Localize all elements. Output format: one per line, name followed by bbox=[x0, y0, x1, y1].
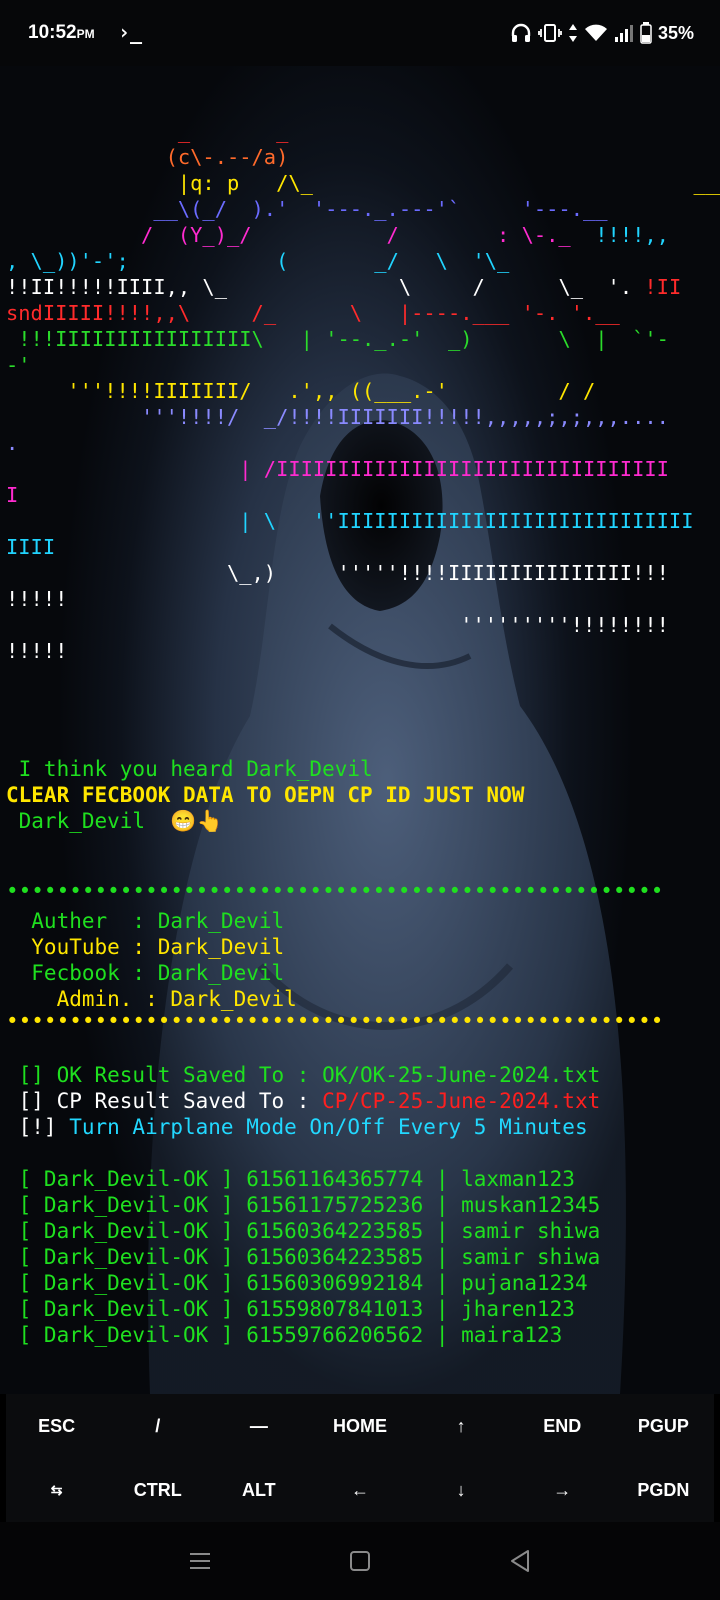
ok-line: [ Dark_Devil-OK ] 61560306992184 | pujan… bbox=[6, 1271, 588, 1295]
recents-button[interactable] bbox=[180, 1541, 220, 1581]
ok-result-file: OK/OK-25-June-2024.txt bbox=[322, 1063, 601, 1087]
key-left-arrow[interactable]: ← bbox=[309, 1458, 410, 1522]
status-bar: 10:52PM ›_ 35% bbox=[0, 0, 720, 66]
recents-icon bbox=[190, 1553, 210, 1569]
airplane-prefix: [!] bbox=[6, 1115, 70, 1139]
key-esc[interactable]: ESC bbox=[6, 1394, 107, 1458]
key-ctrl[interactable]: CTRL bbox=[107, 1458, 208, 1522]
key-slash[interactable]: / bbox=[107, 1394, 208, 1458]
key-tab[interactable]: ⇆ bbox=[6, 1458, 107, 1522]
ok-line: [ Dark_Devil-OK ] 61561164365774 | laxma… bbox=[6, 1167, 575, 1191]
battery-icon bbox=[640, 22, 652, 44]
ok-line: [ Dark_Devil-OK ] 61561175725236 | muska… bbox=[6, 1193, 601, 1217]
cp-result-file: CP/CP-25-June-2024.txt bbox=[322, 1089, 601, 1113]
data-arrows-icon bbox=[568, 24, 577, 42]
key-pgdn[interactable]: PGDN bbox=[613, 1458, 714, 1522]
fecbook-line: Fecbook : Dark_Devil bbox=[6, 961, 285, 985]
cp-result-label: [] CP Result Saved To : bbox=[6, 1089, 323, 1113]
status-icons: 35% bbox=[510, 22, 694, 44]
cp-result-line: [] CP Result Saved To : CP/CP-25-June-20… bbox=[6, 1088, 601, 1114]
clear-notice-text: CLEAR FECBOOK DATA TO OEPN CP ID JUST NO… bbox=[6, 783, 525, 807]
key-dash[interactable]: — bbox=[208, 1394, 309, 1458]
navigation-bar bbox=[0, 1522, 720, 1600]
key-end[interactable]: END bbox=[512, 1394, 613, 1458]
youtube-line: YouTube : Dark_Devil bbox=[6, 935, 285, 959]
ascii-art-banner: _ _ (c\-.--/a) |q: p /\_ _____ __\(_/ ).… bbox=[6, 119, 720, 663]
ok-line: [ Dark_Devil-OK ] 61560364223585 | samir… bbox=[6, 1245, 601, 1269]
extra-keys-bar: ESC / — HOME ↑ END PGUP ⇆ CTRL ALT ← ↓ →… bbox=[6, 1394, 714, 1522]
extra-keys-row-2: ⇆ CTRL ALT ← ↓ → PGDN bbox=[6, 1458, 714, 1522]
ok-line: [ Dark_Devil-OK ] 61559766206562 | maira… bbox=[6, 1323, 563, 1347]
ok-result-line: [] OK Result Saved To : OK/OK-25-June-20… bbox=[6, 1062, 601, 1088]
key-up-arrow[interactable]: ↑ bbox=[411, 1394, 512, 1458]
key-pgup[interactable]: PGUP bbox=[613, 1394, 714, 1458]
headphones-icon bbox=[511, 23, 531, 42]
vibrate-icon bbox=[538, 24, 562, 42]
clock-time: 10:52 bbox=[28, 22, 77, 43]
airplane-mode-line: [!] Turn Airplane Mode On/Off Every 5 Mi… bbox=[6, 1114, 588, 1140]
back-icon bbox=[511, 1550, 529, 1572]
clock: 10:52PM bbox=[28, 22, 95, 44]
key-home[interactable]: HOME bbox=[309, 1394, 410, 1458]
home-icon bbox=[350, 1551, 370, 1571]
heard-text: I think you heard Dark_Devil bbox=[6, 757, 373, 781]
key-alt[interactable]: ALT bbox=[208, 1458, 309, 1522]
separator-top: ••••••••••••••••••••••••••••••••••••••••… bbox=[6, 879, 664, 903]
signal-icon bbox=[614, 25, 633, 42]
ok-line: [ Dark_Devil-OK ] 61559807841013 | jhare… bbox=[6, 1297, 575, 1321]
battery-percent: 35% bbox=[657, 22, 694, 43]
terminal-notification-icon: ›_ bbox=[118, 20, 143, 44]
back-button[interactable] bbox=[500, 1541, 540, 1581]
clock-ampm: PM bbox=[76, 27, 95, 41]
author-name-text: Dark_Devil 😁👆 bbox=[6, 809, 223, 833]
separator-bottom: ••••••••••••••••••••••••••••••••••••••••… bbox=[6, 1009, 664, 1033]
key-down-arrow[interactable]: ↓ bbox=[411, 1458, 512, 1522]
key-right-arrow[interactable]: → bbox=[512, 1458, 613, 1522]
home-button[interactable] bbox=[340, 1541, 380, 1581]
ok-line: [ Dark_Devil-OK ] 61560364223585 | samir… bbox=[6, 1219, 601, 1243]
ok-result-label: [] OK Result Saved To : bbox=[6, 1063, 323, 1087]
extra-keys-row-1: ESC / — HOME ↑ END PGUP bbox=[6, 1394, 714, 1458]
airplane-text: Turn Airplane Mode On/Off Every 5 Minute… bbox=[69, 1115, 588, 1139]
auther-line: Auther : Dark_Devil bbox=[6, 909, 285, 933]
wifi-icon bbox=[584, 24, 607, 41]
terminal-output[interactable]: _ _ (c\-.--/a) |q: p /\_ _____ __\(_/ ).… bbox=[0, 66, 720, 1394]
